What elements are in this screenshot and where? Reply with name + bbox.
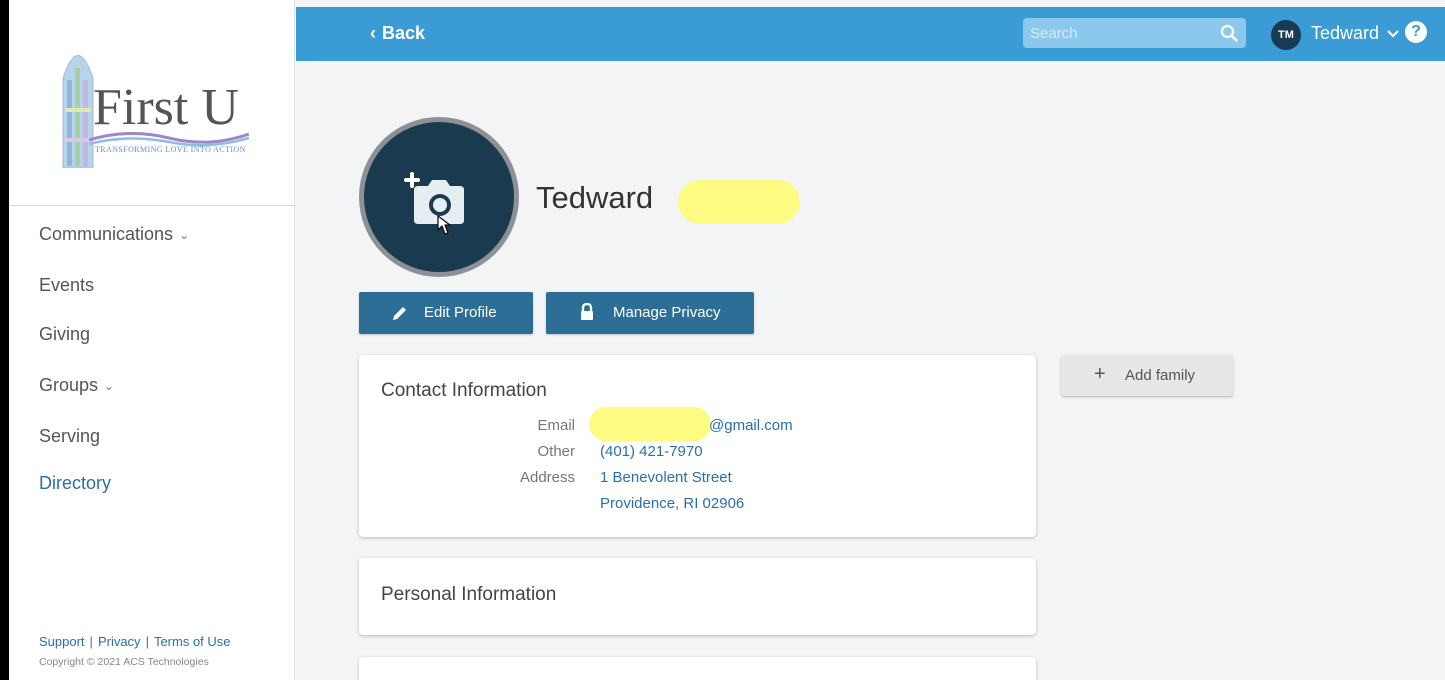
chevron-down-icon bbox=[1387, 30, 1399, 38]
redacted-surname bbox=[678, 180, 800, 224]
address-line-2[interactable]: Providence, RI 02906 bbox=[600, 495, 744, 512]
sidebar-item-giving[interactable]: Giving bbox=[39, 324, 90, 345]
sidebar-item-label: Giving bbox=[39, 324, 91, 344]
manage-privacy-button[interactable]: Manage Privacy bbox=[546, 292, 754, 334]
pencil-icon bbox=[393, 307, 406, 320]
terms-of-use-link[interactable]: Terms of Use bbox=[154, 634, 231, 649]
profile-photo-upload[interactable] bbox=[359, 117, 519, 277]
user-name-label: Tedward bbox=[1311, 23, 1380, 43]
footer-separator: | bbox=[145, 634, 149, 649]
sidebar: First U Transforming Love Into Action Co… bbox=[9, 0, 295, 680]
search-input[interactable] bbox=[1023, 18, 1213, 48]
redacted-email bbox=[589, 407, 711, 441]
personal-information-card[interactable]: Personal Information bbox=[359, 558, 1036, 635]
add-photo-icon bbox=[404, 172, 464, 235]
footer-separator: | bbox=[89, 634, 93, 649]
window-edge bbox=[0, 0, 9, 680]
sidebar-item-serving[interactable]: Serving bbox=[39, 426, 100, 447]
search-icon[interactable] bbox=[1220, 24, 1238, 42]
chevron-down-icon: ⌄ bbox=[104, 379, 115, 394]
sidebar-item-label: Events bbox=[39, 275, 95, 295]
church-logo[interactable]: First U Transforming Love Into Action bbox=[9, 0, 295, 206]
plus-icon: + bbox=[1094, 363, 1106, 385]
contact-information-card: Contact Information Email @gmail.com Oth… bbox=[359, 355, 1036, 537]
add-family-button[interactable]: + Add family bbox=[1061, 355, 1233, 396]
user-avatar[interactable]: TM bbox=[1271, 20, 1301, 50]
chevron-left-icon: ‹ bbox=[370, 23, 376, 43]
other-phone-label: Other bbox=[537, 443, 575, 460]
search-box bbox=[1023, 18, 1246, 48]
back-button[interactable]: ‹ Back bbox=[370, 23, 425, 44]
sidebar-item-events[interactable]: Events bbox=[39, 275, 94, 296]
chevron-down-icon: ⌄ bbox=[179, 228, 190, 243]
manage-privacy-label: Manage Privacy bbox=[613, 304, 721, 321]
top-bar: ‹ Back TM Tedward ? bbox=[296, 7, 1445, 61]
logo-tagline: Transforming Love Into Action bbox=[95, 145, 246, 154]
sidebar-item-label: Communications bbox=[39, 224, 174, 244]
back-label: Back bbox=[382, 23, 426, 43]
lock-icon bbox=[581, 303, 593, 320]
other-phone-value[interactable]: (401) 421-7970 bbox=[600, 443, 703, 460]
sidebar-item-label: Serving bbox=[39, 426, 101, 446]
support-link[interactable]: Support bbox=[39, 634, 85, 649]
user-menu[interactable]: Tedward bbox=[1311, 23, 1399, 44]
add-family-label: Add family bbox=[1125, 367, 1196, 384]
email-label: Email bbox=[537, 417, 575, 434]
email-value[interactable]: @gmail.com bbox=[709, 417, 793, 434]
profile-name: Tedward bbox=[536, 180, 654, 215]
sidebar-item-label: Groups bbox=[39, 375, 99, 395]
sidebar-item-directory[interactable]: Directory bbox=[39, 473, 111, 494]
edit-profile-label: Edit Profile bbox=[424, 304, 497, 321]
next-section-card[interactable] bbox=[359, 657, 1036, 680]
help-icon[interactable]: ? bbox=[1405, 21, 1427, 43]
sidebar-item-communications[interactable]: Communications ⌄ bbox=[39, 224, 189, 245]
address-label: Address bbox=[519, 469, 575, 486]
copyright-text: Copyright © 2021 ACS Technologies bbox=[39, 656, 209, 668]
privacy-link[interactable]: Privacy bbox=[98, 634, 141, 649]
contact-information-title: Contact Information bbox=[381, 380, 547, 401]
sidebar-item-groups[interactable]: Groups ⌄ bbox=[39, 375, 114, 396]
address-line-1[interactable]: 1 Benevolent Street bbox=[600, 469, 732, 486]
footer-links: Support | Privacy | Terms of Use bbox=[39, 634, 231, 649]
sidebar-item-label: Directory bbox=[39, 473, 112, 493]
edit-profile-button[interactable]: Edit Profile bbox=[359, 292, 533, 334]
personal-information-title: Personal Information bbox=[381, 584, 557, 605]
